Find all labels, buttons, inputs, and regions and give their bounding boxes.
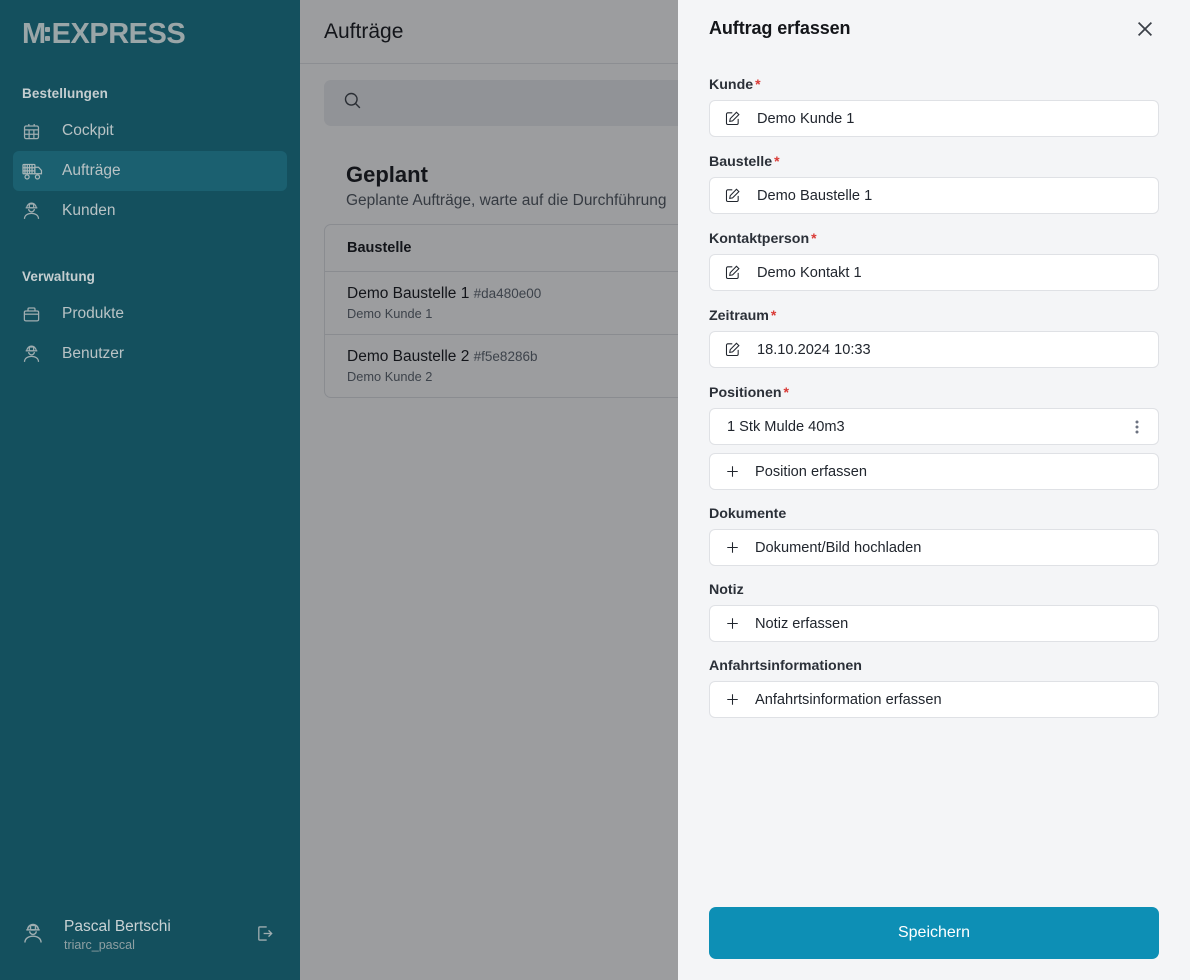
position-item[interactable]: 1 Stk Mulde 40m3 [709, 408, 1159, 445]
sidebar: M EXPRESS Bestellungen Cockpit Aufträge … [0, 0, 300, 980]
order-create-panel: Auftrag erfassen Kunde * Demo Kunde 1 Ba… [678, 0, 1190, 980]
required-marker: * [811, 230, 817, 246]
edit-icon [724, 340, 743, 359]
sidebar-item-label: Aufträge [62, 162, 121, 180]
field-label: Positionen * [709, 384, 1159, 401]
upload-document-label: Dokument/Bild hochladen [755, 539, 922, 556]
plus-icon [724, 690, 743, 709]
sidebar-item-produkte[interactable]: Produkte [13, 294, 287, 334]
logo-separator-icon [44, 24, 51, 45]
edit-icon [724, 263, 743, 282]
calendar-icon [22, 121, 48, 141]
app-root: M EXPRESS Bestellungen Cockpit Aufträge … [0, 0, 1190, 980]
panel-header: Auftrag erfassen [678, 0, 1190, 62]
avatar [22, 922, 52, 950]
field-label-text: Anfahrtsinformationen [709, 658, 862, 674]
field-label-text: Dokumente [709, 506, 787, 522]
field-anfahrtsinformationen: Anfahrtsinformationen Anfahrtsinformatio… [709, 658, 1159, 718]
field-dokumente: Dokumente Dokument/Bild hochladen [709, 506, 1159, 566]
required-marker: * [755, 76, 761, 92]
add-position-button[interactable]: Position erfassen [709, 453, 1159, 490]
field-label: Notiz [709, 582, 1159, 598]
add-note-label: Notiz erfassen [755, 615, 849, 632]
position-value: 1 Stk Mulde 40m3 [727, 418, 845, 435]
logout-icon[interactable] [254, 923, 278, 949]
add-note-button[interactable]: Notiz erfassen [709, 605, 1159, 642]
sidebar-item-label: Kunden [62, 202, 116, 220]
package-icon [22, 304, 48, 324]
sidebar-divider [0, 231, 300, 269]
field-notiz: Notiz Notiz erfassen [709, 582, 1159, 642]
add-arrival-info-button[interactable]: Anfahrtsinformation erfassen [709, 681, 1159, 718]
sidebar-user-box[interactable]: Pascal Bertschi triarc_pascal [0, 917, 300, 980]
field-label: Kontaktperson * [709, 230, 1159, 247]
save-button[interactable]: Speichern [709, 907, 1159, 959]
kunde-value: Demo Kunde 1 [757, 110, 855, 127]
zeitraum-value: 18.10.2024 10:33 [757, 341, 871, 358]
sidebar-section-verwaltung: Verwaltung Produkte Benutzer [0, 269, 300, 374]
required-marker: * [770, 307, 777, 323]
field-kunde: Kunde * Demo Kunde 1 [709, 76, 1159, 137]
panel-body: Kunde * Demo Kunde 1 Baustelle * Demo Ba… [678, 62, 1190, 907]
baustelle-input[interactable]: Demo Baustelle 1 [709, 177, 1159, 214]
edit-icon [724, 186, 743, 205]
field-label: Dokumente [709, 506, 1159, 522]
field-label-text: Kunde [709, 77, 754, 93]
sidebar-item-label: Produkte [62, 305, 125, 323]
field-positionen: Positionen * 1 Stk Mulde 40m3 Position e… [709, 384, 1159, 490]
truck-icon [22, 161, 48, 181]
sidebar-section-bestellungen: Bestellungen Cockpit Aufträge Kunden [0, 86, 300, 231]
user-info: Pascal Bertschi triarc_pascal [52, 917, 254, 954]
sidebar-item-auftraege[interactable]: Aufträge [13, 151, 287, 191]
sidebar-item-benutzer[interactable]: Benutzer [13, 334, 287, 374]
zeitraum-input[interactable]: 18.10.2024 10:33 [709, 331, 1159, 368]
field-label-text: Zeitraum [709, 308, 769, 324]
user-handle: triarc_pascal [64, 937, 135, 952]
kunde-input[interactable]: Demo Kunde 1 [709, 100, 1159, 137]
sidebar-section-title: Verwaltung [22, 269, 96, 284]
app-logo: M EXPRESS [0, 0, 300, 70]
field-label-text: Positionen [709, 385, 782, 401]
required-marker: * [774, 153, 780, 169]
field-kontaktperson: Kontaktperson * Demo Kontakt 1 [709, 230, 1159, 291]
field-label-text: Baustelle [709, 154, 773, 170]
add-arrival-info-label: Anfahrtsinformation erfassen [755, 691, 942, 708]
field-label-text: Notiz [709, 582, 744, 598]
field-zeitraum: Zeitraum * 18.10.2024 10:33 [709, 307, 1159, 368]
worker-icon [22, 344, 48, 364]
sidebar-item-kunden[interactable]: Kunden [13, 191, 287, 231]
worker-icon [22, 201, 48, 221]
field-label: Zeitraum * [709, 307, 1159, 324]
kontaktperson-value: Demo Kontakt 1 [757, 264, 862, 281]
logo-text-left: M [22, 18, 46, 50]
field-label: Anfahrtsinformationen [709, 658, 1159, 674]
kebab-menu-icon[interactable] [1130, 419, 1144, 435]
plus-icon [724, 614, 743, 633]
kontaktperson-input[interactable]: Demo Kontakt 1 [709, 254, 1159, 291]
baustelle-value: Demo Baustelle 1 [757, 187, 873, 204]
required-marker: * [783, 384, 789, 400]
panel-title: Auftrag erfassen [709, 18, 851, 38]
field-label: Baustelle * [709, 153, 1159, 170]
logo-text-right: EXPRESS [51, 18, 186, 50]
field-baustelle: Baustelle * Demo Baustelle 1 [709, 153, 1159, 214]
field-label: Kunde * [709, 76, 1159, 93]
edit-icon [724, 109, 743, 128]
add-position-label: Position erfassen [755, 463, 867, 480]
close-icon[interactable] [1130, 14, 1160, 44]
user-name: Pascal Bertschi [64, 918, 171, 936]
sidebar-section-title: Bestellungen [22, 86, 108, 101]
field-label-text: Kontaktperson [709, 231, 810, 247]
sidebar-item-label: Benutzer [62, 345, 125, 363]
plus-icon [724, 538, 743, 557]
sidebar-item-cockpit[interactable]: Cockpit [13, 111, 287, 151]
upload-document-button[interactable]: Dokument/Bild hochladen [709, 529, 1159, 566]
sidebar-item-label: Cockpit [62, 122, 114, 140]
panel-footer: Speichern [678, 907, 1190, 980]
plus-icon [724, 462, 743, 481]
